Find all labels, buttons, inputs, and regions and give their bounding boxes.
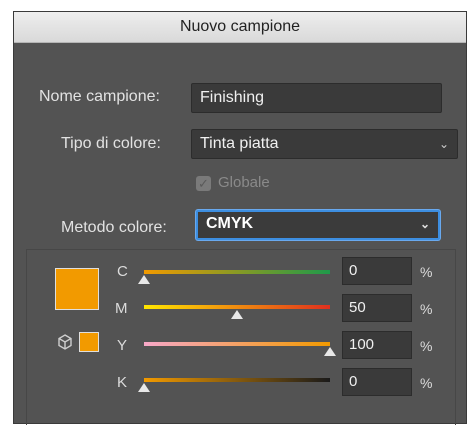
channel-c-input[interactable]: 0	[342, 257, 412, 285]
color-mode-value: CMYK	[206, 215, 254, 232]
channel-k-input[interactable]: 0	[342, 368, 412, 396]
channel-k-label: K	[117, 374, 128, 391]
dialog-title: Nuovo campione	[14, 12, 466, 43]
channel-y-slider[interactable]	[144, 342, 330, 346]
color-mode-select[interactable]: CMYK ⌄	[196, 210, 440, 240]
color-mode-label: Metodo colore:	[61, 219, 167, 236]
color-type-label: Tipo di colore:	[61, 135, 161, 152]
channel-m-label: M	[115, 300, 128, 317]
channel-y-thumb[interactable]	[324, 347, 336, 356]
new-swatch-dialog: Nuovo campione Nome campione: Finishing …	[13, 11, 467, 425]
channel-m-slider[interactable]	[144, 305, 330, 309]
channel-k-slider[interactable]	[144, 378, 330, 382]
channel-c-label: C	[117, 263, 128, 280]
channel-c-slider[interactable]	[144, 270, 330, 274]
chevron-down-icon: ⌄	[419, 217, 430, 231]
global-label: Globale	[218, 174, 270, 191]
channel-c-unit: %	[420, 264, 433, 280]
channel-y-unit: %	[420, 338, 433, 354]
out-of-gamut-swatch[interactable]	[79, 332, 99, 352]
channel-m-unit: %	[420, 301, 433, 317]
channel-c-thumb[interactable]	[138, 275, 150, 284]
channel-y-label: Y	[117, 337, 128, 354]
swatch-name-input[interactable]: Finishing	[191, 83, 442, 113]
channel-m-thumb[interactable]	[231, 310, 243, 319]
swatch-name-label: Nome campione:	[39, 88, 160, 105]
color-type-value: Tinta piatta	[200, 135, 279, 152]
color-preview-swatch	[55, 268, 99, 310]
color-type-select[interactable]: Tinta piatta ⌄	[191, 129, 458, 159]
global-checkbox[interactable]: ✓	[196, 176, 211, 191]
channel-k-thumb[interactable]	[138, 383, 150, 392]
channel-y-input[interactable]: 100	[342, 331, 412, 359]
cube-icon	[58, 334, 72, 350]
checkmark-icon: ✓	[198, 176, 209, 191]
channel-m-input[interactable]: 50	[342, 294, 412, 322]
channel-k-unit: %	[420, 375, 433, 391]
chevron-down-icon: ⌄	[438, 137, 449, 151]
